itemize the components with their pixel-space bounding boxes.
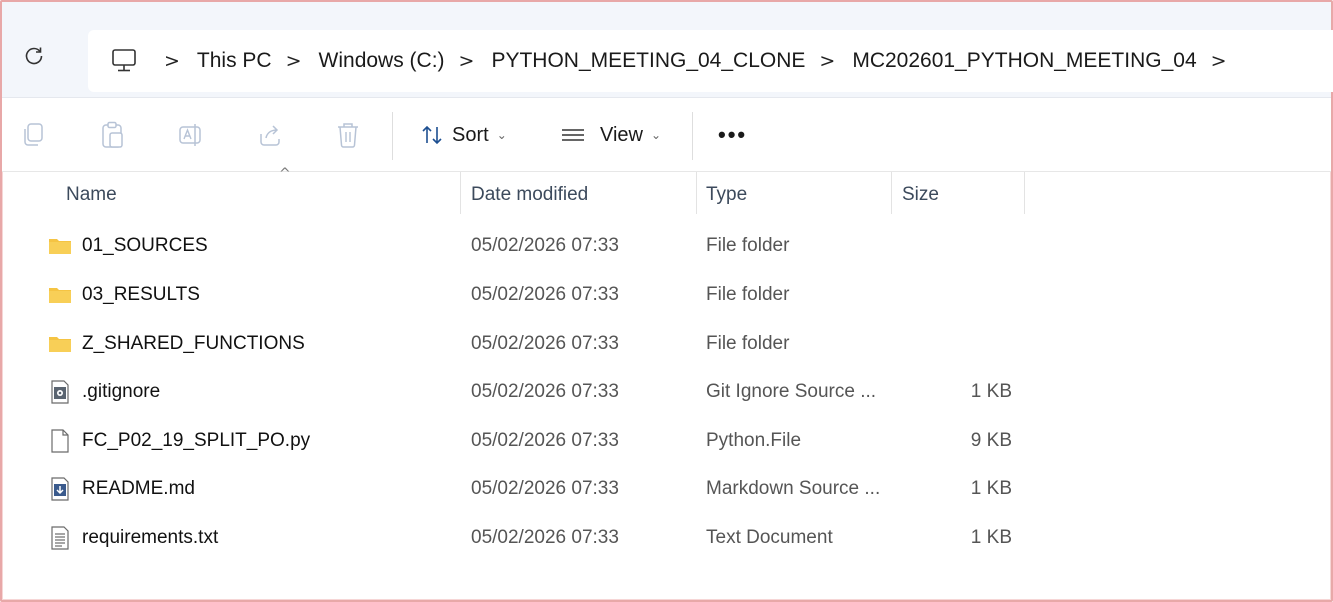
- file-name: .gitignore: [82, 381, 161, 402]
- breadcrumb-python-meeting-clone[interactable]: PYTHON_MEETING_04_CLONE: [491, 49, 805, 73]
- file-row[interactable]: Z_SHARED_FUNCTIONS 05/02/2026 07:33 File…: [2, 320, 1330, 368]
- text-file-icon: [51, 526, 69, 550]
- breadcrumb: > This PC > Windows (C:) > PYTHON_MEETIN…: [150, 30, 1244, 92]
- file-type: Markdown Source ...: [706, 478, 881, 499]
- file-size: 9 KB: [970, 430, 1012, 451]
- column-header-size[interactable]: Size: [902, 172, 939, 218]
- file-size: [902, 222, 1012, 270]
- chevron-down-icon: ⌄: [496, 128, 507, 142]
- column-divider[interactable]: [891, 172, 892, 214]
- column-header-name[interactable]: Name: [66, 172, 117, 218]
- share-icon[interactable]: [257, 120, 283, 150]
- sort-arrows-icon: [422, 125, 442, 145]
- column-header-type[interactable]: Type: [706, 172, 747, 218]
- delete-icon[interactable]: [335, 120, 361, 150]
- see-more-button[interactable]: •••: [718, 122, 747, 148]
- markdown-file-icon: [51, 477, 69, 501]
- address-bar-row: > This PC > Windows (C:) > PYTHON_MEETIN…: [2, 2, 1333, 98]
- settings-file-icon: [51, 380, 69, 404]
- file-row[interactable]: 03_RESULTS 05/02/2026 07:33 File folder: [2, 271, 1330, 319]
- copy-icon[interactable]: [20, 120, 46, 150]
- folder-icon: [49, 288, 71, 303]
- breadcrumb-separator-icon[interactable]: >: [1211, 50, 1227, 72]
- file-date: 05/02/2026 07:33: [471, 235, 619, 256]
- column-header-date-modified[interactable]: Date modified: [471, 172, 588, 218]
- view-list-icon: [562, 129, 584, 141]
- file-type: Python.File: [706, 430, 802, 451]
- column-header-row: ^ Name Date modified Type Size: [2, 166, 1331, 218]
- breadcrumb-separator-icon[interactable]: >: [459, 50, 475, 72]
- file-type: File folder: [706, 333, 790, 354]
- file-size: 1 KB: [970, 381, 1012, 402]
- file-date: 05/02/2026 07:33: [471, 333, 619, 354]
- paste-icon[interactable]: [100, 120, 126, 150]
- file-date: 05/02/2026 07:33: [471, 527, 619, 548]
- sort-button[interactable]: Sort ⌄: [420, 120, 507, 150]
- column-divider[interactable]: [696, 172, 697, 214]
- folder-icon: [49, 239, 71, 254]
- file-size: 1 KB: [970, 478, 1012, 499]
- file-row[interactable]: requirements.txt 05/02/2026 07:33 Text D…: [2, 514, 1330, 562]
- file-name: 01_SOURCES: [82, 235, 208, 256]
- file-name: requirements.txt: [82, 527, 219, 548]
- file-type: Text Document: [706, 527, 833, 548]
- breadcrumb-separator-icon[interactable]: >: [819, 50, 835, 72]
- column-divider[interactable]: [460, 172, 461, 214]
- toolbar-divider: [692, 112, 693, 160]
- file-type: Git Ignore Source ...: [706, 381, 877, 402]
- file-name: README.md: [82, 478, 195, 499]
- file-type: File folder: [706, 284, 790, 305]
- file-row[interactable]: .gitignore 05/02/2026 07:33 Git Ignore S…: [2, 368, 1330, 416]
- computer-icon[interactable]: [110, 48, 138, 74]
- file-date: 05/02/2026 07:33: [471, 381, 619, 402]
- toolbar-divider: [392, 112, 393, 160]
- file-size: [902, 320, 1012, 368]
- refresh-icon[interactable]: [22, 44, 46, 68]
- address-bar[interactable]: > This PC > Windows (C:) > PYTHON_MEETIN…: [88, 30, 1333, 92]
- command-bar: Sort ⌄ View ⌄ •••: [2, 98, 1331, 172]
- sort-ascending-icon: ^: [279, 166, 291, 182]
- file-date: 05/02/2026 07:33: [471, 430, 619, 451]
- file-size: 1 KB: [970, 527, 1012, 548]
- sort-label: Sort: [452, 123, 489, 146]
- blank-file-icon: [51, 429, 69, 453]
- file-name: 03_RESULTS: [82, 284, 200, 305]
- view-button[interactable]: View ⌄: [560, 120, 661, 150]
- breadcrumb-this-pc[interactable]: This PC: [197, 49, 272, 73]
- breadcrumb-separator-icon[interactable]: >: [164, 50, 180, 72]
- chevron-down-icon: ⌄: [651, 128, 662, 142]
- breadcrumb-separator-icon[interactable]: >: [286, 50, 302, 72]
- folder-icon: [49, 337, 71, 352]
- file-type: File folder: [706, 235, 790, 256]
- file-row[interactable]: 01_SOURCES 05/02/2026 07:33 File folder: [2, 222, 1330, 270]
- file-date: 05/02/2026 07:33: [471, 478, 619, 499]
- breadcrumb-current-folder[interactable]: MC202601_PYTHON_MEETING_04: [852, 49, 1196, 73]
- file-name: FC_P02_19_SPLIT_PO.py: [82, 430, 311, 451]
- file-size: [902, 271, 1012, 319]
- file-row[interactable]: README.md 05/02/2026 07:33 Markdown Sour…: [2, 465, 1330, 513]
- file-row[interactable]: FC_P02_19_SPLIT_PO.py 05/02/2026 07:33 P…: [2, 417, 1330, 465]
- column-divider[interactable]: [1024, 172, 1025, 214]
- breadcrumb-windows-c[interactable]: Windows (C:): [319, 49, 445, 73]
- view-label: View: [600, 123, 643, 146]
- rename-icon[interactable]: [178, 120, 204, 150]
- file-date: 05/02/2026 07:33: [471, 284, 619, 305]
- file-name: Z_SHARED_FUNCTIONS: [82, 333, 305, 354]
